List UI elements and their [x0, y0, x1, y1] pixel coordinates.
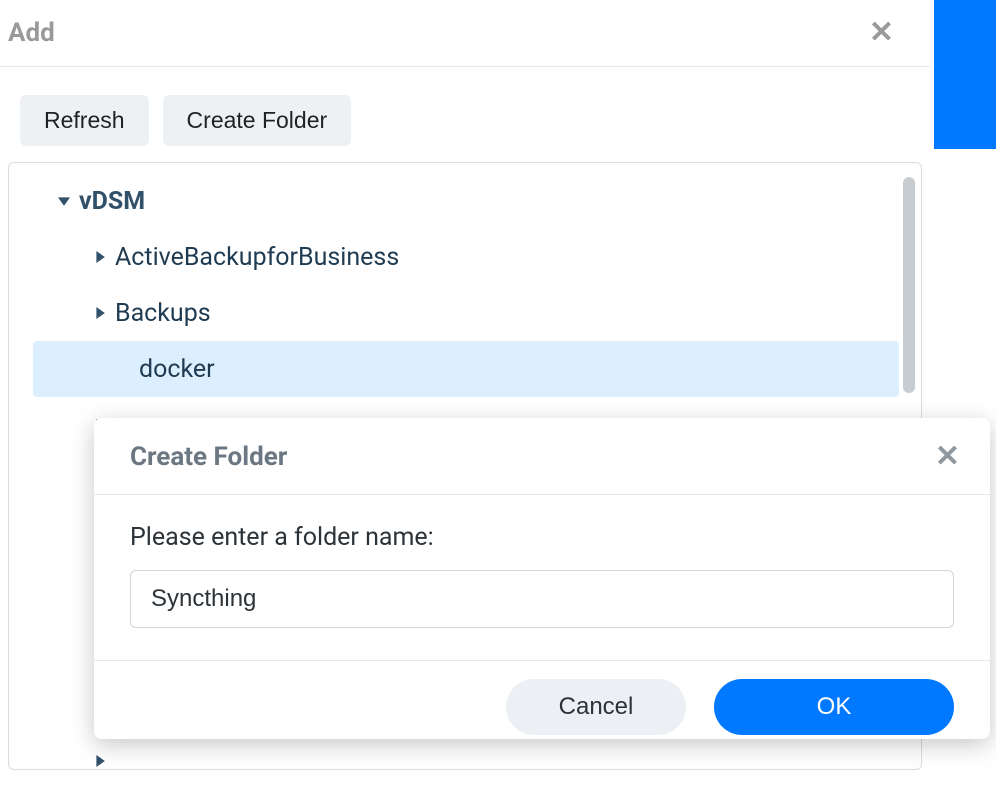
close-icon[interactable]: ✕ [869, 18, 922, 48]
caret-down-icon [53, 195, 75, 207]
toolbar: Refresh Create Folder [0, 67, 930, 162]
create-folder-button[interactable]: Create Folder [163, 95, 352, 146]
tree-item[interactable]: ActiveBackupforBusiness [9, 229, 921, 285]
panel-header: Add ✕ [0, 0, 930, 67]
tree-item-label: docker [135, 355, 215, 384]
ok-button[interactable]: OK [714, 679, 954, 735]
tree-item[interactable]: Backups [9, 285, 921, 341]
modal-header: Create Folder ✕ [94, 418, 990, 495]
tree-item-selected[interactable]: docker [33, 341, 899, 397]
side-accent [934, 0, 996, 149]
cancel-button[interactable]: Cancel [506, 679, 686, 735]
modal-body: Please enter a folder name: [94, 495, 990, 660]
refresh-button[interactable]: Refresh [20, 95, 149, 146]
caret-right-icon [89, 307, 111, 319]
folder-name-input[interactable] [130, 570, 954, 628]
tree-item-label: Backups [111, 299, 211, 328]
modal-prompt: Please enter a folder name: [130, 523, 954, 552]
scrollbar-thumb[interactable] [903, 177, 915, 393]
caret-right-icon [89, 755, 111, 767]
create-folder-modal: Create Folder ✕ Please enter a folder na… [94, 418, 990, 739]
caret-right-icon [89, 251, 111, 263]
tree-root-label: vDSM [75, 187, 145, 216]
close-icon[interactable]: ✕ [935, 442, 960, 472]
modal-title: Create Folder [130, 442, 287, 472]
modal-footer: Cancel OK [94, 660, 990, 739]
tree-item-label: ActiveBackupforBusiness [111, 243, 399, 272]
panel-title: Add [8, 18, 55, 48]
tree-root[interactable]: vDSM [9, 173, 921, 229]
